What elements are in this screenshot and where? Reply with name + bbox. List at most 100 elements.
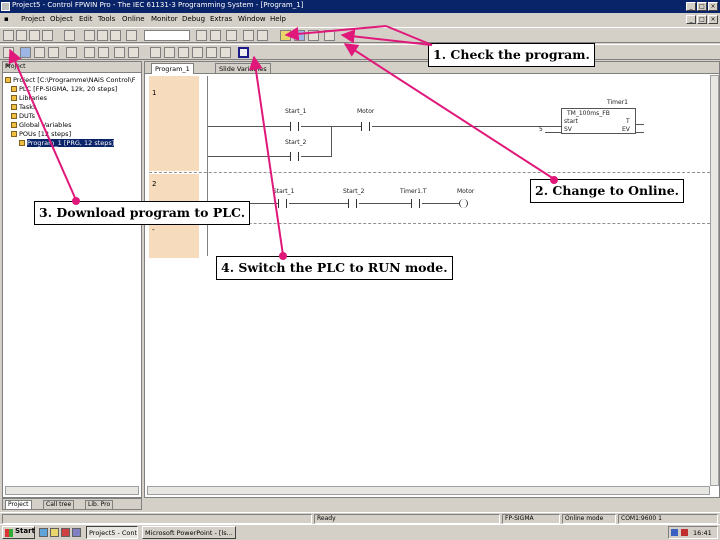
task-fpwin[interactable]: Project5 - Control FP [86,526,138,539]
print-icon[interactable] [42,30,53,41]
monitor-icon[interactable] [48,47,59,58]
close-button[interactable]: × [708,2,718,11]
line-icon[interactable] [206,47,217,58]
cut-icon[interactable] [196,30,207,41]
paste-icon[interactable] [210,30,221,41]
coil-motor[interactable] [459,199,468,208]
doc-minimize-button[interactable]: _ [686,15,696,24]
new-icon[interactable] [3,30,14,41]
tab-project[interactable]: Project [5,500,32,510]
tree-item-plc[interactable]: PLC [FP-SIGMA, 12k, 20 steps] [11,85,141,94]
build-icon[interactable] [294,30,305,41]
doc-close-button[interactable]: × [708,15,718,24]
check-program-icon[interactable] [280,30,291,41]
desktop-icon[interactable] [72,528,81,537]
branch-wire [331,126,332,157]
callout-change-online: 2. Change to Online. [530,179,685,203]
open-icon[interactable] [16,30,27,41]
timer-function-block[interactable]: TM_100ms_FB start SV T EV [561,108,636,134]
contact-no-icon[interactable] [150,47,161,58]
contact-start-1[interactable] [278,199,287,208]
search-combo[interactable] [144,30,190,41]
tray-app-icon[interactable] [681,529,688,536]
doc-restore-button[interactable]: □ [697,15,707,24]
jump-icon[interactable] [220,47,231,58]
online-mode-icon[interactable] [3,47,14,58]
contact-nc-icon[interactable] [164,47,175,58]
break-icon[interactable] [128,47,139,58]
start-button[interactable]: Start [2,526,35,539]
contact-start-1[interactable] [290,122,299,131]
tree-item-global-variables[interactable]: Global Variables [11,121,141,130]
editor-horizontal-scrollbar[interactable] [147,486,710,495]
undo-icon[interactable] [243,30,254,41]
maximize-button[interactable]: □ [697,2,707,11]
menu-object[interactable]: Object [50,15,73,23]
new-pou-icon[interactable] [84,30,95,41]
contact-label: Start_1 [273,188,295,195]
delete-icon[interactable] [97,30,108,41]
find-icon[interactable] [126,30,137,41]
tree-item-project[interactable]: Project [C:\Programme\NAiS Control\F [5,76,135,85]
network-icon[interactable] [671,529,678,536]
copy-icon[interactable] [64,30,75,41]
download-program-icon[interactable] [20,47,31,58]
menu-extras[interactable]: Extras [210,15,232,23]
upload-icon[interactable] [34,47,45,58]
compile-icon[interactable] [110,30,121,41]
project-horizontal-scrollbar[interactable] [5,486,139,495]
editor-vertical-scrollbar[interactable] [710,75,719,486]
function-block-icon[interactable] [192,47,203,58]
build-all-icon[interactable] [308,30,319,41]
menu-edit[interactable]: Edit [79,15,93,23]
close-icon[interactable]: × [5,62,139,70]
taskbar: Start Project5 - Control FP Microsoft Po… [0,524,720,540]
network-1-margin: 1 [149,76,199,171]
help-icon[interactable] [324,30,335,41]
menu-app-icon[interactable]: ▪ [4,15,9,23]
tree-item-tasks[interactable]: Tasks [11,103,141,112]
network-1-number: 1 [152,89,157,97]
watch-icon[interactable] [98,47,109,58]
explorer-icon[interactable] [50,528,59,537]
task-powerpoint[interactable]: Microsoft PowerPoint - [ls... [142,526,236,539]
minimize-button[interactable]: _ [686,2,696,11]
rung-wire [422,203,459,204]
network-3-number: - [152,226,155,234]
redo-icon[interactable] [257,30,268,41]
contact-timer-nc[interactable] [411,199,420,208]
prog-mode-icon[interactable] [66,47,77,58]
tab-slide-variables[interactable]: Slide Variables [215,63,271,74]
rung-wire [636,132,644,133]
ie-icon[interactable] [39,528,48,537]
plc-status-icon[interactable] [84,47,95,58]
menu-tools[interactable]: Tools [98,15,115,23]
tree-item-libraries[interactable]: Libraries [11,94,141,103]
menu-help[interactable]: Help [270,15,286,23]
paste-special-icon[interactable] [226,30,237,41]
run-mode-icon[interactable] [238,47,249,58]
menu-bar: ▪ Project Object Edit Tools Online Monit… [0,13,720,27]
tab-lib-pro[interactable]: Lib. Pro [85,500,114,510]
force-icon[interactable] [114,47,125,58]
menu-online[interactable]: Online [122,15,145,23]
contact-start-2[interactable] [348,199,357,208]
quicklaunch-icon[interactable] [61,528,70,537]
timer-sv-pin: SV [564,126,572,133]
contact-motor-nc[interactable] [361,122,370,131]
tab-program-1[interactable]: Program_1 [151,63,194,74]
save-icon[interactable] [29,30,40,41]
menu-window[interactable]: Window [238,15,266,23]
tree-item-program-1[interactable]: Program_1 [PRG, 12 steps] [19,139,149,148]
coil-label: Motor [457,188,475,195]
contact-start-2[interactable] [290,152,299,161]
tree-item-duts[interactable]: DUTs [11,112,141,121]
rung-wire [545,132,561,133]
menu-monitor[interactable]: Monitor [151,15,178,23]
menu-project[interactable]: Project [21,15,45,23]
coil-icon[interactable] [178,47,189,58]
menu-debug[interactable]: Debug [182,15,205,23]
tab-call-tree[interactable]: Call tree [43,500,75,510]
tree-item-pous[interactable]: POUs [12 steps] [11,130,141,139]
status-com-port: COM1:9600 1 [618,514,718,524]
